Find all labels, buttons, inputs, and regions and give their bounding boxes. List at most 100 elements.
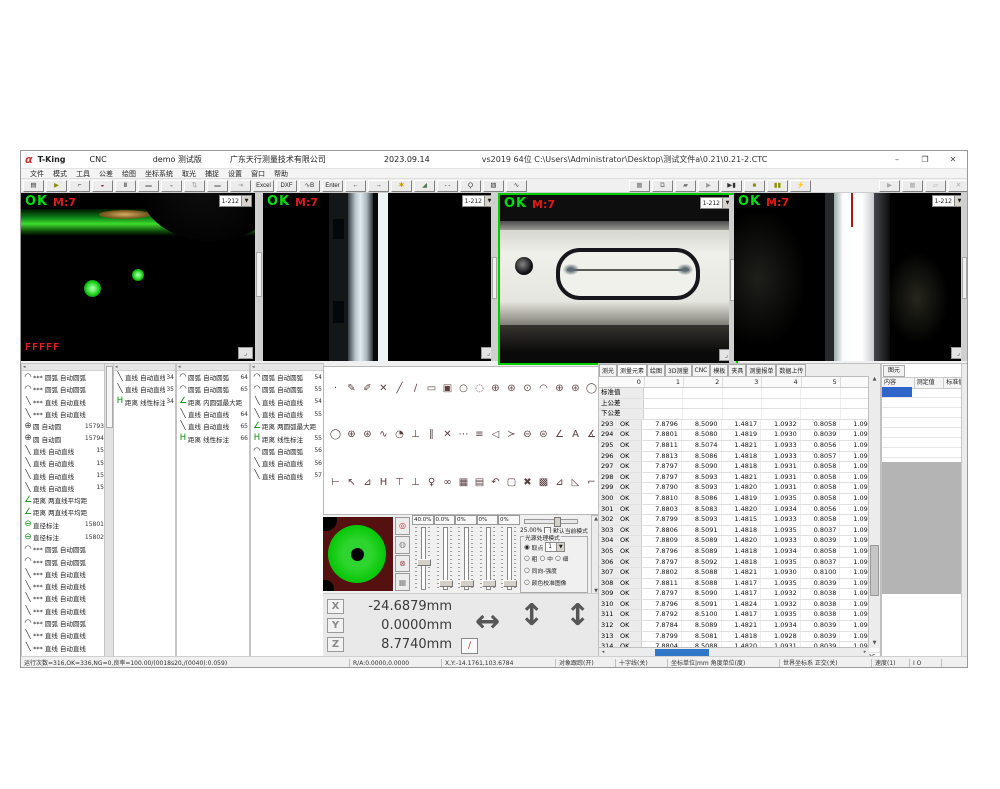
list-scrollbar[interactable]: ◂ (114, 364, 175, 371)
measure-item[interactable]: ╲直线 自动直线65 (177, 420, 249, 432)
table-row[interactable]: 308OK 7.8811 8.5088 1.4817 1.0935 0.8039… (599, 579, 880, 590)
slider-track[interactable] (507, 527, 512, 590)
measure-item[interactable]: ⊕圆 自动圆15794 (22, 432, 105, 444)
measure-item[interactable]: ╲直线 自动直线15 (22, 457, 105, 469)
slider-track[interactable] (464, 527, 469, 590)
list-scrollbar[interactable]: ◂ (177, 364, 249, 371)
light-slider[interactable]: 40.0% (412, 515, 434, 593)
element-panel-scrollbar[interactable] (961, 364, 968, 657)
table-row[interactable]: 297OK 7.8797 8.5090 1.4818 1.0931 0.8058… (599, 462, 880, 473)
toolbar-button[interactable]: → (368, 180, 389, 192)
measure-tool-icon[interactable]: ↖ (344, 475, 359, 490)
toolbar-button[interactable]: ⇅ (184, 180, 205, 192)
measure-tool-icon[interactable]: ⋯ (456, 427, 471, 442)
measure-item[interactable]: ╲*** 直线 自动直线 (22, 642, 105, 654)
measure-tool-icon[interactable]: ⊤ (392, 475, 407, 490)
menu-item[interactable]: 坐标系统 (145, 169, 173, 179)
slider-track[interactable] (443, 527, 448, 590)
jog-z-icon[interactable]: ↕ (565, 598, 590, 633)
table-row[interactable]: 310OK 7.8796 8.5091 1.4824 1.0932 0.8038… (599, 600, 880, 611)
table-tab[interactable]: 3D测量 (665, 364, 691, 376)
measure-item[interactable]: ◠圆弧 自动圆弧55 (251, 383, 323, 395)
measure-tool-icon[interactable]: ↶ (488, 475, 503, 490)
measure-tool-icon[interactable]: ⊙ (520, 381, 535, 396)
light-slider[interactable]: 0% (455, 515, 477, 593)
table-tab[interactable]: 测量报单 (746, 364, 776, 376)
measure-tool-icon[interactable]: · (328, 381, 343, 396)
measure-tool-icon[interactable]: ⊕ (552, 381, 567, 396)
light-mode-button[interactable]: ◍ (395, 536, 410, 554)
chevron-down-icon[interactable]: ▼ (556, 543, 564, 551)
measure-tool-icon[interactable]: ╱ (392, 381, 407, 396)
toolbar-button[interactable]: DXF (276, 180, 297, 192)
measure-tool-icon[interactable]: ◌ (472, 381, 487, 396)
jog-xy-vertical-icon[interactable]: ↕ (519, 598, 544, 633)
measure-item[interactable]: Η距离 线性标注55 (251, 432, 323, 444)
mode-select[interactable]: 1▼ (545, 542, 565, 552)
measure-tool-icon[interactable]: ⊖ (520, 427, 535, 442)
minimize-button[interactable]: – (883, 151, 911, 168)
toolbar-button[interactable]: ∿B (299, 180, 320, 192)
slider-thumb[interactable] (417, 559, 431, 566)
table-row[interactable]: 300OK 7.8810 8.5086 1.4819 1.0935 0.8058… (599, 494, 880, 505)
toolbar-button[interactable]: ⌐ (69, 180, 90, 192)
measure-item[interactable]: ╲直线 自动直线15 (22, 482, 105, 494)
toolbar-button[interactable]: ◢ (414, 180, 435, 192)
table-tab[interactable]: 测光 (599, 364, 617, 376)
menu-item[interactable]: 窗口 (251, 169, 265, 179)
measure-tool-icon[interactable]: A (568, 427, 583, 442)
measure-item[interactable]: ╲直线 自动直线57 (251, 469, 323, 481)
measure-item[interactable]: ◠*** 圆弧 自动圆弧 (22, 383, 105, 395)
measure-item[interactable]: ╲直线 自动直线15 (22, 469, 105, 481)
light-mode-button[interactable]: ▦ (395, 573, 410, 591)
file-control-button[interactable]: ✕ (948, 180, 968, 192)
slider-track[interactable] (421, 527, 426, 590)
measure-tool-icon[interactable]: ≻ (504, 427, 519, 442)
light-mode-button[interactable]: ⊗ (395, 555, 410, 573)
table-tab[interactable]: 数据上传 (776, 364, 806, 376)
table-row[interactable]: 302OK 7.8799 8.5093 1.4815 1.0933 0.8058… (599, 515, 880, 526)
light-mode-button[interactable]: ◎ (395, 517, 410, 535)
toolbar-button[interactable]: ◒ (161, 180, 182, 192)
radio-icon[interactable]: ○ (524, 567, 530, 574)
file-control-button[interactable]: ▦ (902, 180, 923, 192)
table-row[interactable]: 307OK 7.8802 8.5088 1.4821 1.0930 0.8100… (599, 568, 880, 579)
run-control-button[interactable]: ▦ (629, 180, 650, 192)
table-tab[interactable]: CNC (692, 364, 711, 376)
measure-tool-icon[interactable]: ✖ (520, 475, 535, 490)
measure-item[interactable]: ╲直线 自动直线54 (251, 396, 323, 408)
run-control-button[interactable]: ⚡ (790, 180, 811, 192)
maximize-button[interactable]: ❐ (911, 151, 939, 168)
measure-tool-icon[interactable]: ∞ (440, 475, 455, 490)
range-dropdown[interactable]: 1-212▼ (700, 197, 733, 209)
measure-item[interactable]: ╲*** 直线 自动直线 (22, 580, 105, 592)
camera-view-1[interactable]: OK M:7 FFFFF 1-212▼ ⌟ (21, 193, 255, 361)
table-row[interactable]: 293OK 7.8796 8.5090 1.4817 1.0932 0.8058… (599, 420, 880, 431)
measure-tool-icon[interactable]: ◔ (392, 427, 407, 442)
measure-tool-icon[interactable]: ∿ (376, 427, 391, 442)
toolbar-button[interactable]: Enter (322, 180, 343, 192)
table-tab[interactable]: 模板 (710, 364, 728, 376)
light-slider[interactable]: 0% (498, 515, 520, 593)
close-button[interactable]: ✕ (939, 151, 967, 168)
measure-tool-icon[interactable]: ⊛ (360, 427, 375, 442)
menu-item[interactable]: 绘图 (122, 169, 136, 179)
radio-icon[interactable]: ○ (555, 555, 561, 562)
toolbar-button[interactable]: ▬ (207, 180, 228, 192)
camera-scrollbar[interactable] (255, 193, 263, 361)
camera-view-4[interactable]: OK M:7 1-212▼ ⌟ (734, 193, 968, 361)
table-row[interactable]: 312OK 7.8784 8.5089 1.4821 1.0934 0.8039… (599, 621, 880, 632)
measure-item[interactable]: ◠圆弧 自动圆弧54 (251, 371, 323, 383)
menu-item[interactable]: 取光 (182, 169, 196, 179)
measure-item[interactable]: ∠距离 两圆弧最大距 (251, 420, 323, 432)
measure-tool-icon[interactable]: ⊜ (536, 427, 551, 442)
measure-tool-icon[interactable]: ⊛ (504, 381, 519, 396)
measure-tool-icon[interactable]: ◁ (488, 427, 503, 442)
jog-xy-horizontal-icon[interactable]: ↔ (475, 604, 500, 639)
table-row[interactable]: 301OK 7.8803 8.5083 1.4820 1.0934 0.8056… (599, 505, 880, 516)
element-panel-tab[interactable]: 图元 (883, 365, 905, 377)
toolbar-button[interactable]: ▤ (23, 180, 44, 192)
measure-tool-icon[interactable]: ⊿ (552, 475, 567, 490)
chevron-down-icon[interactable]: ▼ (241, 196, 251, 206)
measure-tool-icon[interactable]: ⊿ (360, 475, 375, 490)
